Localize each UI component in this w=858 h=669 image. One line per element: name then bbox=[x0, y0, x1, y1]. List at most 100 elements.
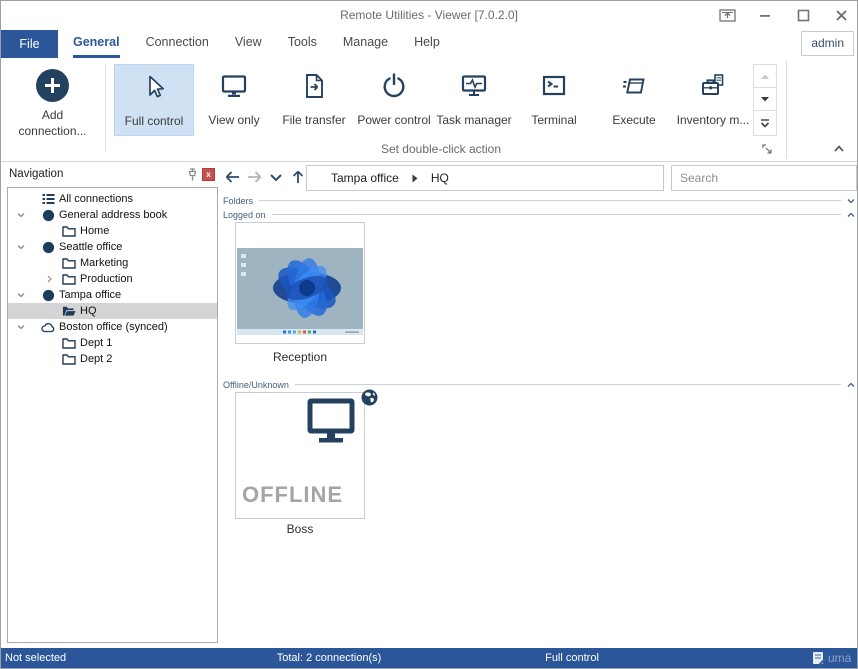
run-window-icon bbox=[620, 72, 648, 105]
chevron-up-icon[interactable] bbox=[847, 382, 855, 388]
cloud-icon bbox=[41, 321, 55, 334]
tree-item-boston-office[interactable]: Boston office (synced) bbox=[8, 319, 217, 335]
maximize-icon[interactable] bbox=[791, 6, 815, 24]
collapse-ribbon-icon[interactable] bbox=[829, 140, 849, 156]
tree-item-hq[interactable]: HQ bbox=[8, 303, 217, 319]
close-panel-icon[interactable]: x bbox=[202, 168, 215, 181]
add-connection-button[interactable]: Add connection... bbox=[1, 63, 104, 157]
section-offline-unknown[interactable]: Offline/Unknown bbox=[223, 379, 855, 390]
ribbon-button-power-control[interactable]: Power control bbox=[354, 64, 434, 136]
connection-name: Reception bbox=[235, 350, 365, 364]
ribbon-button-full-control[interactable]: Full control bbox=[114, 64, 194, 136]
tab-manage[interactable]: Manage bbox=[343, 29, 388, 58]
watermark-text: uma bbox=[828, 651, 851, 665]
ribbon-button-inventory-manager[interactable]: Inventory m... bbox=[674, 64, 752, 136]
chevron-down-icon[interactable] bbox=[16, 210, 26, 220]
tree-item-seattle-office[interactable]: Seattle office bbox=[8, 239, 217, 255]
file-tab[interactable]: File bbox=[1, 30, 58, 58]
viewer-window: Remote Utilities - Viewer [7.0.2.0] File… bbox=[0, 0, 858, 669]
admin-user-button[interactable]: admin bbox=[801, 31, 854, 56]
note-pencil-icon bbox=[811, 650, 827, 666]
tab-view[interactable]: View bbox=[235, 29, 262, 58]
tree-item-label: Seattle office bbox=[59, 241, 122, 253]
add-connection-label-line1: Add bbox=[1, 107, 104, 123]
remote-desktop-thumbnail bbox=[237, 248, 363, 335]
breadcrumb-separator-icon bbox=[412, 174, 418, 183]
chevron-down-icon[interactable] bbox=[16, 322, 26, 332]
scroll-down-icon[interactable] bbox=[754, 88, 776, 111]
tree-item-all-connections[interactable]: All connections bbox=[8, 191, 217, 207]
monitor-icon bbox=[220, 72, 248, 105]
tree-item-label: Home bbox=[80, 225, 109, 237]
tree-item-label: Production bbox=[80, 273, 133, 285]
back-arrow-icon[interactable] bbox=[221, 166, 243, 188]
chevron-down-icon[interactable] bbox=[16, 242, 26, 252]
tab-connection[interactable]: Connection bbox=[146, 29, 209, 58]
add-connection-label-line2: connection... bbox=[1, 123, 104, 139]
status-bar: Not selected Total: 2 connection(s) Full… bbox=[1, 648, 857, 669]
ribbon-button-execute[interactable]: Execute bbox=[594, 64, 674, 136]
connection-card-boss[interactable]: OFFLINE bbox=[235, 392, 365, 519]
navigation-title: Navigation bbox=[9, 168, 63, 180]
scroll-up-icon[interactable] bbox=[754, 65, 776, 88]
pin-icon[interactable] bbox=[184, 167, 200, 182]
ribbon-toggle-icon[interactable] bbox=[715, 6, 739, 24]
chevron-down-icon[interactable] bbox=[847, 198, 855, 204]
section-logged-on[interactable]: Logged on bbox=[223, 209, 855, 220]
chevron-up-icon[interactable] bbox=[847, 212, 855, 218]
breadcrumb[interactable]: Tampa office HQ bbox=[306, 165, 664, 191]
list-icon bbox=[41, 193, 55, 206]
tree-item-general-address-book[interactable]: General address book bbox=[8, 207, 217, 223]
breadcrumb-item[interactable]: Tampa office bbox=[331, 171, 399, 185]
total-connections: Total: 2 connection(s) bbox=[249, 652, 409, 664]
search-input[interactable] bbox=[672, 166, 856, 190]
address-book-icon bbox=[41, 241, 55, 254]
chevron-down-icon[interactable] bbox=[16, 290, 26, 300]
group-caption: Set double-click action bbox=[106, 139, 776, 160]
ribbon-separator bbox=[786, 61, 787, 159]
tab-help[interactable]: Help bbox=[414, 29, 440, 58]
tree-item-label: HQ bbox=[80, 305, 97, 317]
chevron-right-icon[interactable] bbox=[44, 274, 54, 284]
terminal-icon bbox=[540, 72, 568, 105]
ribbon-button-view-only[interactable]: View only bbox=[194, 64, 274, 136]
plus-circle-icon bbox=[36, 69, 69, 102]
tree-item-marketing[interactable]: Marketing bbox=[8, 255, 217, 271]
connection-list-panel: Tampa office HQ Folders Logged on bbox=[219, 162, 858, 644]
power-icon bbox=[380, 72, 408, 105]
tree-item-label: Boston office (synced) bbox=[59, 321, 168, 333]
folder-icon bbox=[62, 225, 76, 238]
ribbon-scrollbar bbox=[753, 64, 777, 136]
ribbon-button-task-manager[interactable]: Task manager bbox=[434, 64, 514, 136]
tree-item-production[interactable]: Production bbox=[8, 271, 217, 287]
tree-item-tampa-office[interactable]: Tampa office bbox=[8, 287, 217, 303]
section-folders[interactable]: Folders bbox=[223, 195, 855, 206]
history-dropdown-icon[interactable] bbox=[265, 166, 287, 188]
selection-status: Not selected bbox=[5, 652, 66, 664]
close-icon[interactable] bbox=[829, 6, 853, 24]
tree-item-home[interactable]: Home bbox=[8, 223, 217, 239]
ribbon-button-file-transfer[interactable]: File transfer bbox=[274, 64, 354, 136]
ribbon-button-group: Full control View only File transfer Pow… bbox=[114, 64, 752, 136]
folder-icon bbox=[62, 337, 76, 350]
breadcrumb-item[interactable]: HQ bbox=[431, 171, 449, 185]
file-arrow-icon bbox=[300, 72, 328, 105]
tree-item-label: Tampa office bbox=[59, 289, 121, 301]
tree-item-label: Marketing bbox=[80, 257, 128, 269]
minimize-icon[interactable] bbox=[753, 6, 777, 24]
monitor-icon bbox=[306, 398, 356, 450]
tab-tools[interactable]: Tools bbox=[288, 29, 317, 58]
search-box bbox=[671, 165, 857, 191]
tree-item-dept-1[interactable]: Dept 1 bbox=[8, 335, 217, 351]
tree-item-label: Dept 2 bbox=[80, 353, 112, 365]
connection-mode: Full control bbox=[517, 652, 627, 664]
scroll-expand-icon[interactable] bbox=[754, 111, 776, 135]
connection-card-reception[interactable] bbox=[235, 222, 365, 344]
forward-arrow-icon[interactable] bbox=[243, 166, 265, 188]
navigation-tree: All connections General address book Hom… bbox=[7, 187, 218, 643]
tab-general[interactable]: General bbox=[73, 29, 120, 58]
dialog-launcher-icon[interactable] bbox=[760, 142, 774, 156]
tree-item-label: General address book bbox=[59, 209, 167, 221]
tree-item-dept-2[interactable]: Dept 2 bbox=[8, 351, 217, 367]
ribbon-button-terminal[interactable]: Terminal bbox=[514, 64, 594, 136]
